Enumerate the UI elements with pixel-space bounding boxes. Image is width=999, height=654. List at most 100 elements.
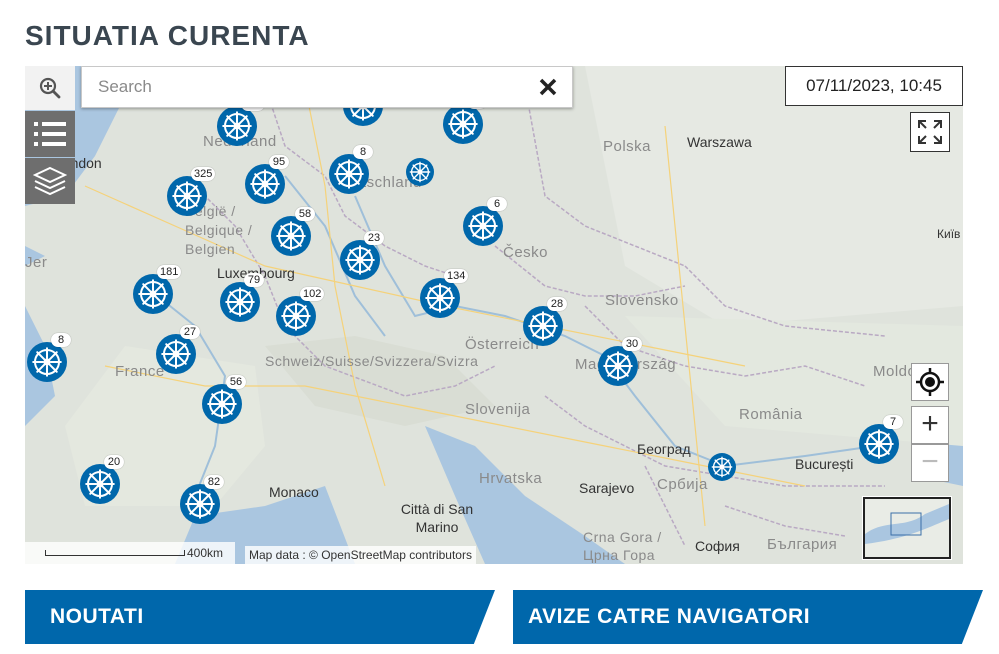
cluster-count: 27 xyxy=(180,325,200,339)
ship-wheel-icon xyxy=(220,282,260,322)
place-label: България xyxy=(767,536,838,553)
vessel-cluster-marker[interactable]: 181 xyxy=(133,265,182,314)
vessel-cluster-marker[interactable] xyxy=(708,453,736,481)
vessel-cluster-marker[interactable]: 79 xyxy=(220,273,264,322)
vessel-cluster-marker[interactable]: 6 xyxy=(463,197,507,246)
vessel-cluster-marker[interactable]: 30 xyxy=(598,337,642,386)
ship-wheel-icon xyxy=(156,334,196,374)
scale-bar: 400km xyxy=(25,542,235,564)
cluster-count: 95 xyxy=(269,155,289,169)
news-section-header[interactable]: NOUTATI xyxy=(25,590,495,644)
scale-line xyxy=(45,550,185,556)
ship-wheel-icon xyxy=(180,484,220,524)
search-box xyxy=(81,66,573,108)
cluster-count: 8 xyxy=(353,145,373,159)
cluster-count: 20 xyxy=(104,455,124,469)
overview-minimap[interactable] xyxy=(862,496,952,560)
ship-wheel-icon xyxy=(406,158,434,186)
place-label: Città di San Marino xyxy=(400,501,474,535)
cluster-count: 28 xyxy=(547,297,567,311)
ship-wheel-icon xyxy=(133,274,173,314)
place-label: Србија xyxy=(657,476,708,493)
vessel-cluster-marker[interactable]: 20 xyxy=(80,455,124,504)
notices-title: AVIZE CATRE NAVIGATORI xyxy=(528,605,811,628)
ship-wheel-icon xyxy=(859,424,899,464)
map[interactable]: London Nederland België / Belgique / Bel… xyxy=(25,66,963,564)
map-background xyxy=(25,66,963,564)
cluster-count: 56 xyxy=(226,375,246,389)
place-label: Hrvatska xyxy=(479,470,543,487)
ship-wheel-icon xyxy=(443,104,483,144)
place-label: Sarajevo xyxy=(579,480,635,496)
vessel-cluster-marker[interactable]: 28 xyxy=(523,297,567,346)
ship-wheel-icon xyxy=(202,384,242,424)
vessel-cluster-marker[interactable]: 325 xyxy=(167,167,216,216)
vessel-cluster-marker[interactable]: 95 xyxy=(245,155,289,204)
vessel-cluster-marker[interactable]: 56 xyxy=(202,375,246,424)
minimap-preview xyxy=(865,499,949,557)
ship-wheel-icon xyxy=(340,240,380,280)
place-label: București xyxy=(795,456,854,472)
close-icon[interactable] xyxy=(538,77,558,97)
vessel-cluster-marker[interactable]: 225 xyxy=(217,97,266,146)
cluster-count: 6 xyxy=(487,197,507,211)
place-label: София xyxy=(695,538,740,554)
list-button[interactable] xyxy=(25,111,75,157)
layers-button[interactable] xyxy=(25,158,75,204)
zoom-out-button[interactable]: − xyxy=(911,444,949,482)
vessel-cluster-marker[interactable]: 23 xyxy=(340,231,384,280)
place-label: Київ xyxy=(937,227,961,241)
place-label: Crna Gora / Црна Гора xyxy=(583,529,662,563)
current-datetime: 07/11/2023, 10:45 xyxy=(785,66,963,106)
notices-section-header[interactable]: AVIZE CATRE NAVIGATORI xyxy=(513,590,983,644)
vessel-cluster-marker[interactable]: 27 xyxy=(156,325,200,374)
vessel-cluster-marker[interactable]: 58 xyxy=(271,207,315,256)
cluster-count: 79 xyxy=(244,273,264,287)
cluster-count: 8 xyxy=(51,333,71,347)
cluster-count: 325 xyxy=(191,167,216,181)
magnifier-plus-icon xyxy=(39,77,61,99)
locate-icon xyxy=(916,368,944,396)
place-label: Jersey xyxy=(25,254,47,271)
vessel-cluster-marker[interactable]: 7 xyxy=(859,415,903,464)
news-title: NOUTATI xyxy=(50,605,144,628)
ship-wheel-icon xyxy=(708,453,736,481)
scale-label: 400km xyxy=(187,546,224,560)
search-input[interactable] xyxy=(82,67,528,107)
ship-wheel-icon xyxy=(420,278,460,318)
cluster-count: 82 xyxy=(204,475,224,489)
page-title: SITUATIA CURENTA xyxy=(25,20,310,51)
vessel-cluster-marker[interactable]: 77 xyxy=(443,95,487,144)
zoom-to-search-button[interactable] xyxy=(25,66,75,110)
ship-wheel-icon xyxy=(245,164,285,204)
place-label: România xyxy=(739,406,803,423)
vessel-cluster-marker[interactable]: 82 xyxy=(180,475,224,524)
ship-wheel-icon xyxy=(329,154,369,194)
fullscreen-button[interactable] xyxy=(910,112,950,152)
vessel-cluster-marker[interactable]: 8 xyxy=(329,145,373,194)
cluster-count: 134 xyxy=(444,269,469,283)
cluster-count: 58 xyxy=(295,207,315,221)
vessel-cluster-marker[interactable]: 102 xyxy=(276,287,325,336)
locate-button[interactable] xyxy=(911,363,949,401)
place-label: Београд xyxy=(637,441,691,457)
vessel-cluster-marker[interactable]: 134 xyxy=(420,269,469,318)
place-label: Česko xyxy=(503,244,549,261)
ship-wheel-icon xyxy=(276,296,316,336)
place-label: Monaco xyxy=(269,484,319,500)
vessel-cluster-marker[interactable] xyxy=(406,158,434,186)
ship-wheel-icon xyxy=(217,106,257,146)
ship-wheel-icon xyxy=(523,306,563,346)
vessel-cluster-marker[interactable]: 8 xyxy=(27,333,71,382)
list-icon xyxy=(34,122,66,146)
layers-icon xyxy=(33,166,67,196)
map-attribution: Map data : © OpenStreetMap contributors xyxy=(245,546,476,564)
ship-wheel-icon xyxy=(598,346,638,386)
zoom-in-button[interactable]: + xyxy=(911,406,949,444)
ship-wheel-icon xyxy=(271,216,311,256)
place-label: Schweiz/Suisse/Svizzera/Svizra xyxy=(265,353,479,369)
cluster-count: 23 xyxy=(364,231,384,245)
cluster-count: 181 xyxy=(157,265,182,279)
fullscreen-icon xyxy=(918,120,942,144)
ship-wheel-icon xyxy=(80,464,120,504)
